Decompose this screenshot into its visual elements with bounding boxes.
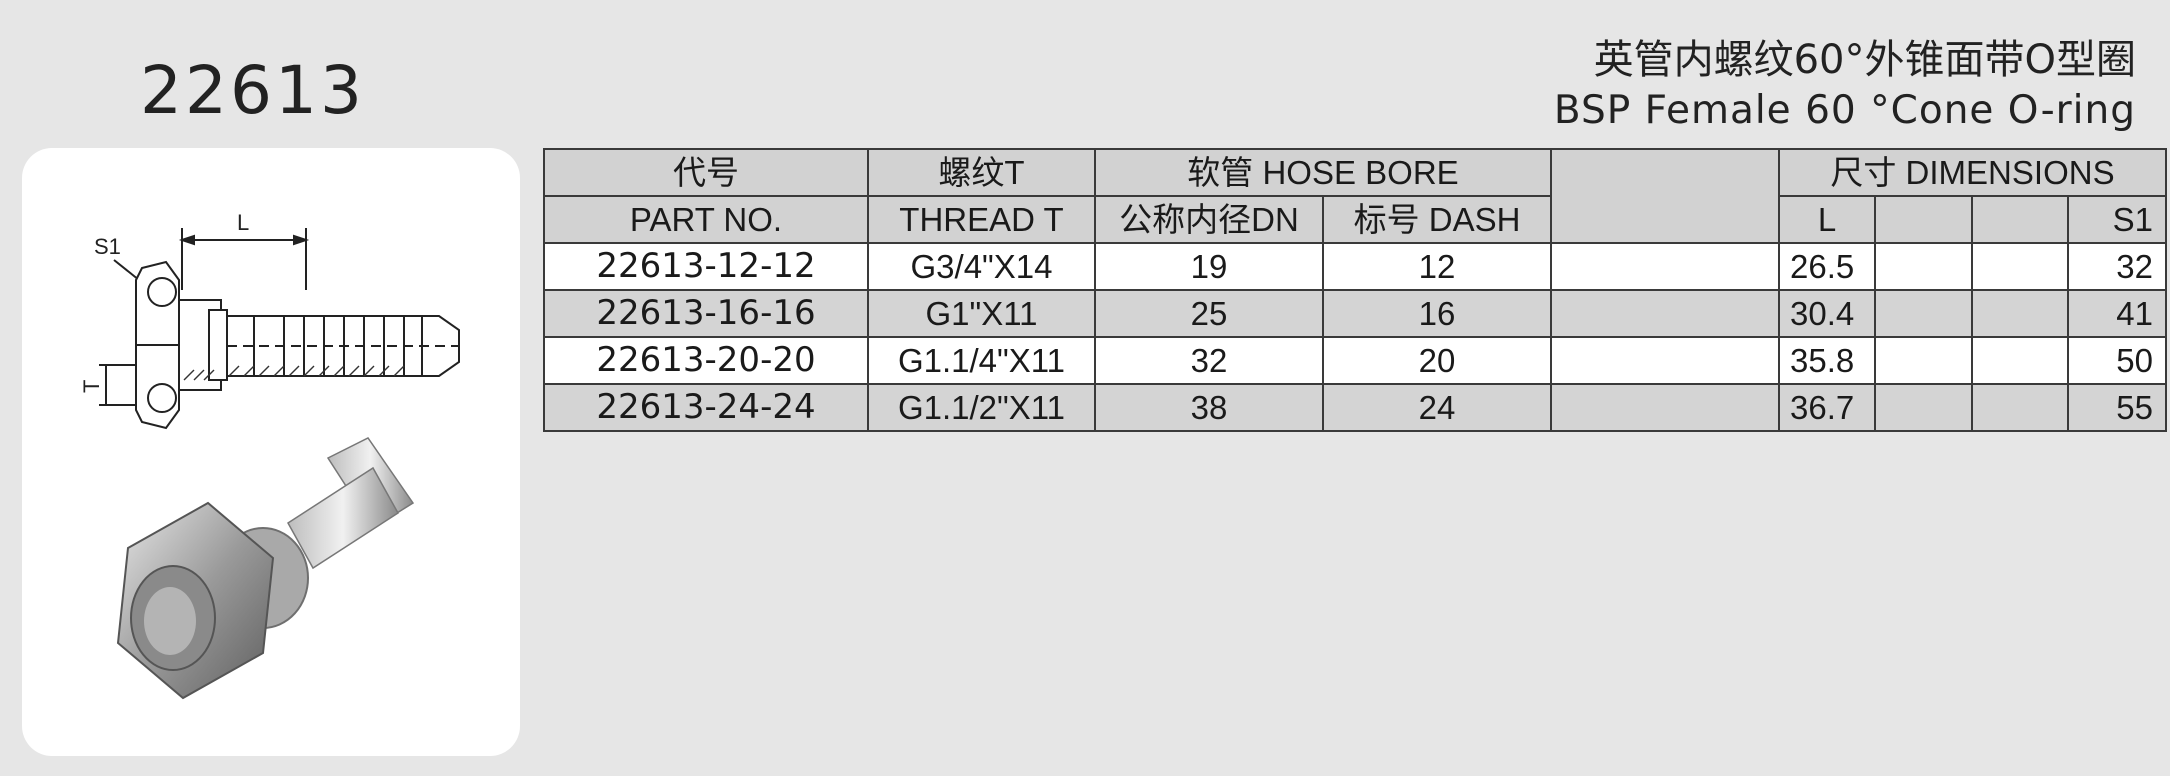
cell-l: 30.4 [1778, 289, 1876, 338]
title-chinese: 英管内螺纹60°外锥面带O型圈 [1593, 37, 2136, 83]
cell-empty [1874, 383, 1973, 432]
cell-s1: 50 [2067, 336, 2167, 385]
drawing-label-t: T [79, 380, 104, 393]
cell-empty [1874, 336, 1973, 385]
header-dimensions: 尺寸 DIMENSIONS [1778, 148, 2167, 197]
cell-empty [1874, 289, 1973, 338]
table-row: 22613-24-24 G1.1/2"X11 38 24 36.7 55 [543, 383, 2167, 432]
header-empty-1 [1874, 195, 1973, 244]
cell-s1: 32 [2067, 242, 2167, 291]
table-header-row-1: 代号 螺纹T 软管 HOSE BORE 尺寸 DIMENSIONS [543, 148, 2167, 244]
header-dn: 公称内径DN [1094, 195, 1324, 244]
drawing-label-l: L [237, 210, 249, 235]
technical-drawing: S1 L T [79, 210, 460, 430]
header-thread: THREAD T [867, 195, 1096, 244]
header-part-cn: 代号 [543, 148, 869, 197]
cell-dash: 24 [1322, 383, 1552, 432]
cell-s1: 55 [2067, 383, 2167, 432]
title-block: 英管内螺纹60°外锥面带O型圈 BSP Female 60 °Cone O-ri… [1554, 34, 2136, 136]
header-dash: 标号 DASH [1322, 195, 1552, 244]
header-thread-cn: 螺纹T [867, 148, 1096, 197]
cell-dn: 32 [1094, 336, 1324, 385]
cell-dn: 38 [1094, 383, 1324, 432]
title-english: BSP Female 60 °Cone O-ring [1553, 88, 2136, 133]
header-hose-bore: 软管 HOSE BORE [1094, 148, 1552, 197]
cell-dn: 19 [1094, 242, 1324, 291]
cell-dash: 16 [1322, 289, 1552, 338]
table-row: 22613-16-16 G1"X11 25 16 30.4 41 [543, 289, 2167, 338]
cell-empty [1971, 383, 2069, 432]
cell-l: 35.8 [1778, 336, 1876, 385]
header-blank [1550, 148, 1780, 244]
cell-dash: 20 [1322, 336, 1552, 385]
cell-blank [1550, 336, 1780, 385]
product-image-card: S1 L T [22, 148, 520, 756]
drawing-label-s1: S1 [94, 234, 121, 259]
table-row: 22613-12-12 G3/4"X14 19 12 26.5 32 [543, 242, 2167, 291]
cell-thread: G1.1/4"X11 [867, 336, 1096, 385]
cell-l: 36.7 [1778, 383, 1876, 432]
cell-s1: 41 [2067, 289, 2167, 338]
spec-table: 代号 螺纹T 软管 HOSE BORE 尺寸 DIMENSIONS PART N… [543, 148, 2167, 432]
cell-empty [1971, 336, 2069, 385]
cell-part-no: 22613-24-24 [543, 383, 869, 432]
cell-l: 26.5 [1778, 242, 1876, 291]
table-header-row-2: PART NO. THREAD T 公称内径DN 标号 DASH L S1 [543, 195, 2167, 244]
table-row: 22613-20-20 G1.1/4"X11 32 20 35.8 50 [543, 336, 2167, 385]
cell-part-no: 22613-16-16 [543, 289, 869, 338]
cell-empty [1971, 242, 2069, 291]
cell-blank [1550, 289, 1780, 338]
cell-part-no: 22613-12-12 [543, 242, 869, 291]
cell-dash: 12 [1322, 242, 1552, 291]
cell-part-no: 22613-20-20 [543, 336, 869, 385]
part-code: 22613 [140, 52, 365, 129]
header-part-no: PART NO. [543, 195, 869, 244]
header-empty-2 [1971, 195, 2069, 244]
cell-empty [1971, 289, 2069, 338]
cell-thread: G1.1/2"X11 [867, 383, 1096, 432]
cell-dn: 25 [1094, 289, 1324, 338]
cell-empty [1874, 242, 1973, 291]
header-l: L [1778, 195, 1876, 244]
header-s1: S1 [2067, 195, 2167, 244]
cell-blank [1550, 383, 1780, 432]
cell-thread: G3/4"X14 [867, 242, 1096, 291]
product-photo [116, 437, 415, 700]
cell-blank [1550, 242, 1780, 291]
cell-thread: G1"X11 [867, 289, 1096, 338]
